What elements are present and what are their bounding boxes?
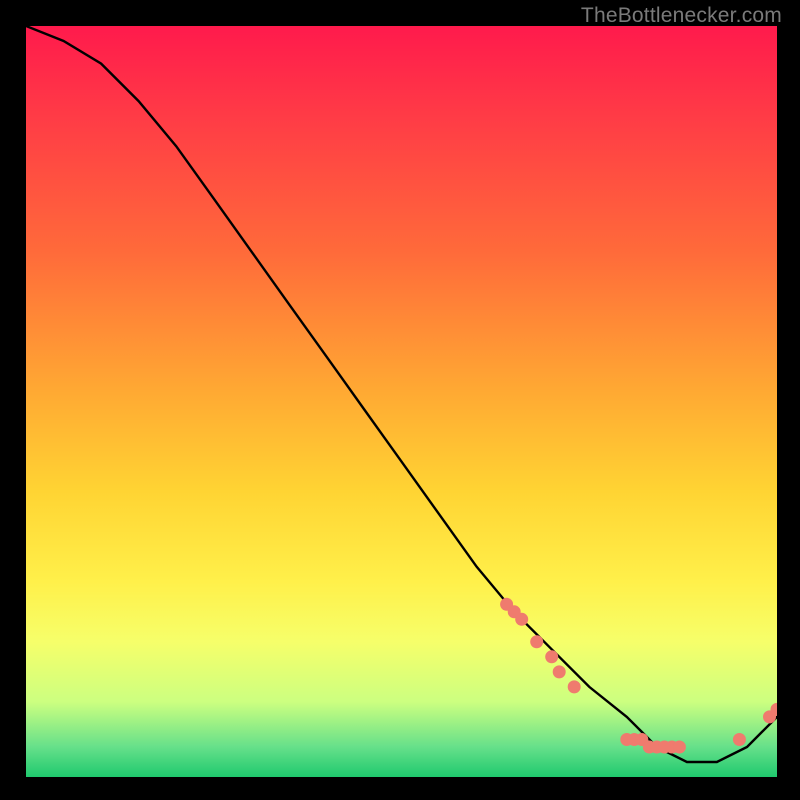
curve-layer xyxy=(26,26,777,777)
watermark-text: TheBottleneсker.com xyxy=(581,4,782,28)
bottleneck-curve-path xyxy=(26,26,777,762)
data-marker xyxy=(568,680,581,693)
plot-area xyxy=(26,26,777,777)
data-marker xyxy=(733,733,746,746)
data-marker xyxy=(553,665,566,678)
data-marker xyxy=(530,635,543,648)
data-marker xyxy=(515,613,528,626)
data-marker xyxy=(545,650,558,663)
chart-stage: TheBottleneсker.com xyxy=(0,0,800,800)
data-marker xyxy=(673,741,686,754)
